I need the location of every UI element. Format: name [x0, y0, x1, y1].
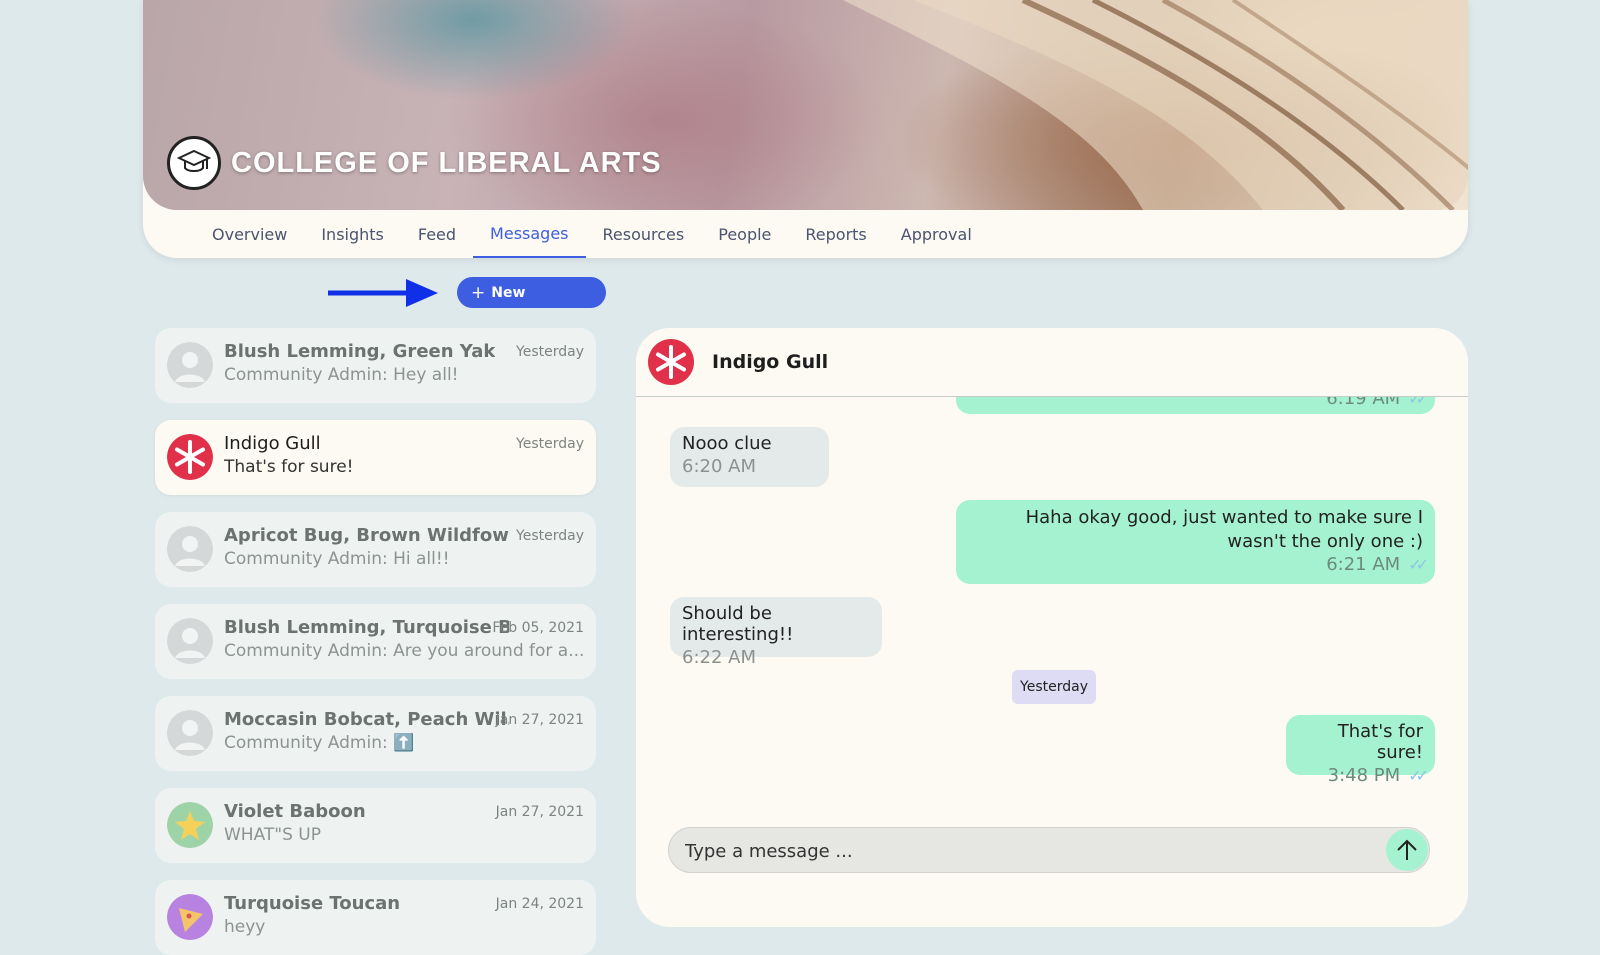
tab-resources[interactable]: Resources — [586, 212, 702, 258]
conversation-preview: WHAT"S UP — [224, 825, 321, 845]
graduation-cap-icon — [167, 136, 221, 190]
message-text: Should be interesting!! — [682, 603, 794, 645]
header-banner-image: COLLEGE OF LIBERAL ARTS — [143, 0, 1468, 210]
tab-feed[interactable]: Feed — [401, 212, 473, 258]
group-title: COLLEGE OF LIBERAL ARTS — [231, 146, 662, 179]
nav-tabs: Overview Insights Feed Messages Resource… — [195, 212, 989, 258]
conversation-name: Indigo Gull — [224, 433, 321, 454]
conversation-preview: Community Admin: Hey all! — [224, 365, 459, 385]
conversation-preview: Community Admin: Hi all!! — [224, 549, 450, 569]
conversation-item[interactable]: Moccasin Bobcat, Peach Wil... Jan 27, 20… — [155, 696, 596, 771]
arrow-right-icon — [328, 279, 438, 307]
conversation-preview: That's for sure! — [224, 457, 354, 477]
message-bubble-incoming: Nooo clue 6:20 AM — [670, 427, 829, 487]
chat-panel: Indigo Gull 6:19 AM ✓✓ Nooo clue 6:20 AM … — [636, 328, 1468, 927]
message-input[interactable] — [683, 828, 1367, 874]
conversation-name: Blush Lemming, Turquoise B... — [224, 617, 509, 638]
conversation-name: Moccasin Bobcat, Peach Wil... — [224, 709, 509, 730]
conversation-item[interactable]: Blush Lemming, Turquoise B... Feb 05, 20… — [155, 604, 596, 679]
message-time: 3:48 PM ✓✓ — [1327, 765, 1429, 786]
conversation-item-active[interactable]: Indigo Gull Yesterday That's for sure! — [155, 420, 596, 495]
conversation-item[interactable]: Apricot Bug, Brown Wildfowl, E... Yester… — [155, 512, 596, 587]
brand: COLLEGE OF LIBERAL ARTS — [167, 136, 662, 190]
conversation-name: Blush Lemming, Green Yak — [224, 341, 496, 362]
message-bubble-outgoing: Haha okay good, just wanted to make sure… — [956, 500, 1435, 584]
message-text: Haha okay good, just wanted to make sure… — [1025, 507, 1423, 552]
conversation-name: Violet Baboon — [224, 801, 366, 822]
conversation-time: Feb 05, 2021 — [492, 620, 584, 636]
chat-title: Indigo Gull — [712, 351, 829, 373]
send-button[interactable] — [1386, 829, 1428, 871]
conversation-preview: heyy — [224, 917, 266, 937]
new-button-label: New — [491, 284, 526, 301]
tab-overview[interactable]: Overview — [195, 212, 304, 258]
new-message-button[interactable]: + New — [457, 277, 606, 308]
conversation-time: Jan 27, 2021 — [495, 804, 584, 820]
message-bubble-incoming: Should be interesting!! 6:22 AM — [670, 597, 882, 668]
tab-people[interactable]: People — [701, 212, 788, 258]
message-text: Nooo clue — [682, 433, 772, 454]
chat-header: Indigo Gull — [636, 328, 1468, 397]
plus-icon: + — [471, 282, 486, 303]
starfish-avatar-icon — [167, 802, 213, 848]
default-user-avatar-icon — [167, 526, 213, 572]
conversation-item[interactable]: Violet Baboon Jan 27, 2021 WHAT"S UP — [155, 788, 596, 863]
conversation-time: Jan 24, 2021 — [495, 896, 584, 912]
conversation-time: Yesterday — [516, 436, 584, 452]
conversation-name: Apricot Bug, Brown Wildfowl, E... — [224, 525, 509, 546]
message-composer — [668, 827, 1430, 874]
pizza-avatar-icon — [167, 894, 213, 940]
conversation-item[interactable]: Blush Lemming, Green Yak Yesterday Commu… — [155, 328, 596, 403]
group-header: COLLEGE OF LIBERAL ARTS Overview Insight… — [143, 0, 1468, 258]
message-text: That's for sure! — [1337, 721, 1423, 763]
default-user-avatar-icon — [167, 710, 213, 756]
message-time: 6:21 AM ✓✓ — [1326, 554, 1429, 575]
snowflake-avatar-icon — [648, 339, 694, 385]
conversation-time: Yesterday — [516, 344, 584, 360]
double-check-icon: ✓✓ — [1408, 766, 1429, 785]
day-divider: Yesterday — [1012, 670, 1096, 704]
conversation-preview: Community Admin: ⬆️ — [224, 733, 415, 753]
message-time: 6:20 AM — [682, 456, 756, 477]
tab-messages[interactable]: Messages — [473, 212, 586, 258]
tab-insights[interactable]: Insights — [304, 212, 401, 258]
snowflake-avatar-icon — [167, 434, 213, 480]
conversation-item[interactable]: Turquoise Toucan Jan 24, 2021 heyy — [155, 880, 596, 955]
arrow-up-icon — [1397, 839, 1417, 860]
tab-reports[interactable]: Reports — [788, 212, 883, 258]
message-bubble-outgoing: That's for sure! 3:48 PM ✓✓ — [1286, 715, 1435, 786]
book-pages-image — [843, 0, 1468, 210]
double-check-icon: ✓✓ — [1408, 555, 1429, 574]
default-user-avatar-icon — [167, 342, 213, 388]
default-user-avatar-icon — [167, 618, 213, 664]
conversation-time: Jan 27, 2021 — [495, 712, 584, 728]
conversation-name: Turquoise Toucan — [224, 893, 401, 914]
conversation-time: Yesterday — [516, 528, 584, 544]
tab-approval[interactable]: Approval — [884, 212, 989, 258]
message-time: 6:22 AM — [682, 647, 756, 668]
conversation-preview: Community Admin: Are you around for a... — [224, 641, 584, 661]
